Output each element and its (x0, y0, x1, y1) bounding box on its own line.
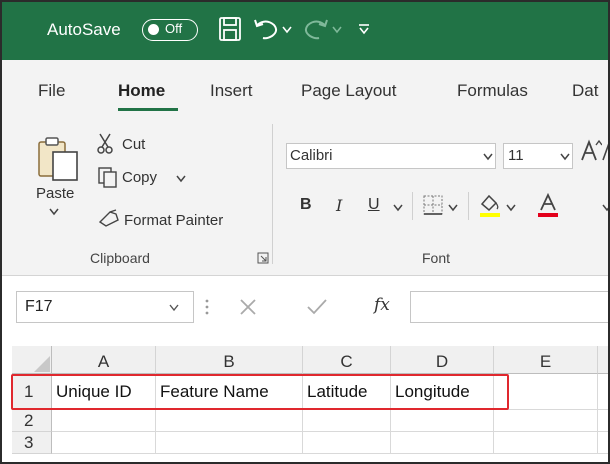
cell-d3[interactable] (391, 432, 494, 454)
borders-dropdown-icon[interactable] (448, 204, 458, 212)
tab-insert[interactable]: Insert (210, 81, 253, 101)
name-box-value: F17 (25, 298, 53, 315)
autosave-label: AutoSave (47, 20, 121, 39)
paste-dropdown-icon[interactable] (49, 208, 59, 216)
clipboard-launcher-icon[interactable] (257, 252, 269, 264)
cell-c2[interactable] (303, 410, 391, 432)
cell-d2[interactable] (391, 410, 494, 432)
tab-home[interactable]: Home (118, 81, 165, 101)
underline-dropdown-icon[interactable] (393, 204, 403, 212)
cell-e3[interactable] (494, 432, 598, 454)
font-name-dropdown-icon[interactable] (483, 153, 493, 161)
undo-dropdown-icon[interactable] (282, 26, 292, 34)
clipboard-group-label: Clipboard (90, 250, 150, 266)
select-all-corner[interactable] (12, 346, 52, 374)
borders-icon[interactable] (422, 194, 444, 216)
cell-a1[interactable]: Unique ID (52, 374, 156, 410)
enter-icon[interactable] (306, 297, 328, 317)
font-name-select[interactable]: Calibri (286, 143, 496, 169)
copy-dropdown-icon[interactable] (176, 175, 186, 183)
tab-page-layout[interactable]: Page Layout (301, 81, 396, 101)
font-size-value: 11 (508, 147, 524, 164)
select-all-icon (34, 356, 50, 372)
font-color-icon[interactable] (536, 192, 560, 218)
font-color-dropdown-icon[interactable] (602, 204, 610, 212)
cancel-icon[interactable] (238, 297, 258, 317)
excel-window: AutoSave Off File Home Insert Page Layou… (0, 0, 610, 464)
column-header-c[interactable]: C (303, 346, 391, 374)
title-bar: AutoSave Off (2, 2, 608, 60)
cell-a3[interactable] (52, 432, 156, 454)
customize-qat-icon[interactable] (358, 23, 370, 35)
row-header-3[interactable]: 3 (12, 432, 52, 454)
separator (412, 192, 413, 220)
tab-formulas[interactable]: Formulas (457, 81, 528, 101)
cell-b1[interactable]: Feature Name (156, 374, 303, 410)
cut-icon[interactable] (96, 132, 114, 154)
column-header-e[interactable]: E (494, 346, 598, 374)
row-header-1[interactable]: 1 (12, 374, 52, 410)
column-header-f[interactable] (598, 346, 608, 374)
autosave-toggle[interactable]: Off (142, 19, 198, 41)
worksheet-grid: A B C D E 1 2 3 Unique ID Feature Name L… (2, 346, 608, 462)
font-size-dropdown-icon[interactable] (560, 153, 570, 161)
formula-input[interactable] (410, 291, 608, 323)
insert-function-icon[interactable]: fx (374, 295, 390, 315)
bold-button[interactable]: B (300, 196, 312, 214)
tab-file[interactable]: File (38, 81, 65, 101)
column-header-d[interactable]: D (391, 346, 494, 374)
column-header-b[interactable]: B (156, 346, 303, 374)
separator (468, 192, 469, 220)
font-group-label: Font (422, 250, 451, 266)
cell-d1[interactable]: Longitude (391, 374, 494, 410)
cell-e1[interactable] (494, 374, 598, 410)
cell-b2[interactable] (156, 410, 303, 432)
paste-icon[interactable] (36, 134, 82, 182)
name-box-dropdown-icon[interactable] (169, 304, 179, 312)
underline-button[interactable]: U (368, 196, 380, 214)
increase-font-size-icon[interactable] (580, 139, 602, 163)
format-painter-icon[interactable] (98, 208, 120, 228)
redo-dropdown-icon[interactable] (332, 26, 342, 34)
font-size-select[interactable]: 11 (503, 143, 573, 169)
tab-data[interactable]: Dat (572, 81, 598, 101)
redo-icon[interactable] (302, 16, 330, 42)
name-box[interactable]: F17 (16, 291, 194, 323)
cell-c1[interactable]: Latitude (303, 374, 391, 410)
font-name-value: Calibri (290, 147, 333, 164)
cell-f2[interactable] (598, 410, 608, 432)
decrease-font-size-icon[interactable] (602, 142, 610, 162)
save-icon[interactable] (218, 16, 242, 42)
column-header-a[interactable]: A (52, 346, 156, 374)
cell-f3[interactable] (598, 432, 608, 454)
undo-icon[interactable] (252, 16, 280, 42)
copy-icon[interactable] (98, 167, 118, 189)
italic-button[interactable]: I (336, 196, 342, 215)
cell-a2[interactable] (52, 410, 156, 432)
cell-f1[interactable] (598, 374, 608, 410)
active-tab-indicator (118, 108, 178, 111)
copy-label[interactable]: Copy (122, 169, 157, 186)
cut-label[interactable]: Cut (122, 136, 145, 153)
row-header-2[interactable]: 2 (12, 410, 52, 432)
paste-label[interactable]: Paste (36, 185, 74, 202)
toggle-knob (148, 24, 159, 35)
cell-e2[interactable] (494, 410, 598, 432)
resize-handle-icon[interactable] (204, 298, 210, 316)
cell-b3[interactable] (156, 432, 303, 454)
autosave-state: Off (165, 21, 183, 36)
fill-color-icon[interactable] (478, 192, 502, 218)
cell-c3[interactable] (303, 432, 391, 454)
group-divider (272, 124, 273, 264)
format-painter-label[interactable]: Format Painter (124, 212, 223, 229)
fill-color-dropdown-icon[interactable] (506, 204, 516, 212)
formula-bar: F17 fx (2, 276, 608, 346)
ribbon: Paste Cut Copy Format Painter Clipboard (2, 112, 610, 276)
ribbon-tabs: File Home Insert Page Layout Formulas Da… (2, 60, 608, 112)
